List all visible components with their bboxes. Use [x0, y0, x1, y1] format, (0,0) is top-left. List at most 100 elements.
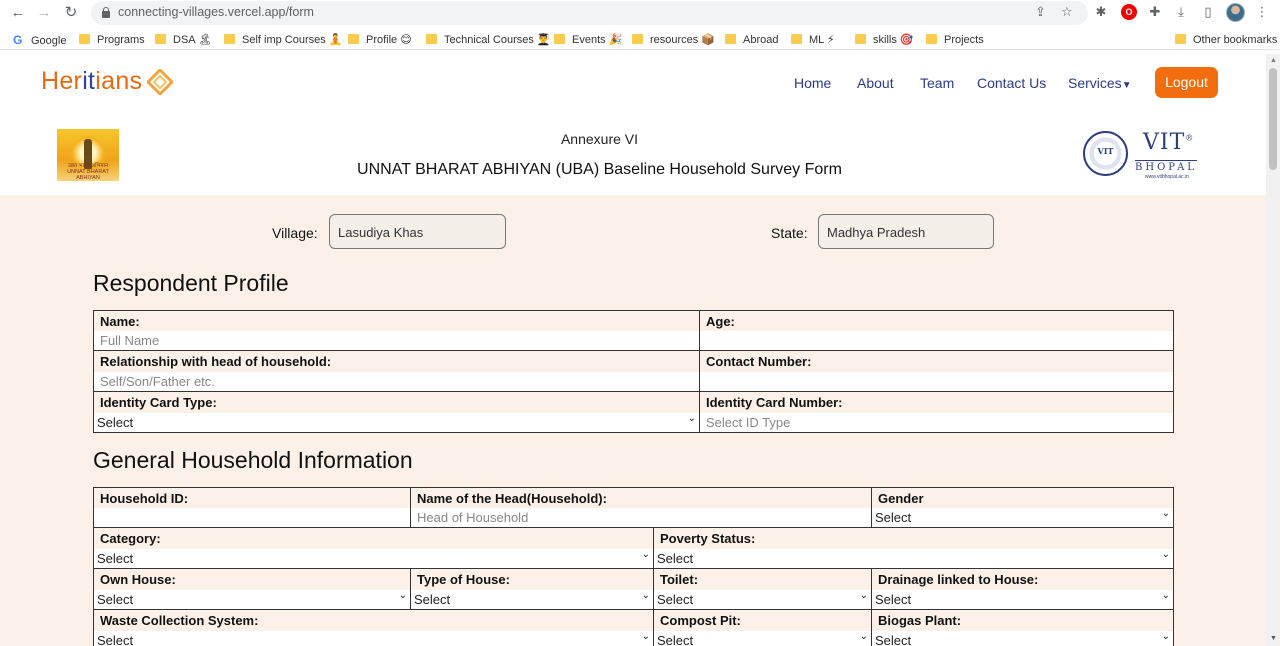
- bookmark-google[interactable]: G Google: [13, 32, 66, 48]
- compost-pit-label: Compost Pit:: [660, 613, 741, 628]
- contact-cell: Contact Number:: [699, 350, 1174, 392]
- chevron-down-icon: ⌄: [1161, 549, 1170, 560]
- relationship-cell: Relationship with head of household: Sel…: [93, 350, 700, 392]
- bookmark-other[interactable]: Other bookmarks: [1175, 32, 1277, 48]
- household-id-input[interactable]: [94, 508, 410, 527]
- heritians-logo[interactable]: Heritians: [41, 67, 142, 96]
- state-input[interactable]: Madhya Pradesh: [818, 214, 994, 249]
- chevron-down-icon: ⌄: [641, 590, 650, 601]
- back-icon[interactable]: ←: [9, 4, 27, 22]
- page-scrollbar[interactable]: ▲ ▼: [1266, 54, 1280, 646]
- reload-icon[interactable]: ↻: [62, 4, 80, 22]
- chevron-down-icon: ⌄: [1161, 631, 1170, 642]
- vit-wordmark: VIT®: [1143, 130, 1195, 155]
- drainage-select[interactable]: Select ⌄: [872, 590, 1173, 609]
- respondent-profile-title: Respondent Profile: [93, 270, 289, 296]
- head-name-input[interactable]: Head of Household: [411, 508, 871, 527]
- page-content: Heritians Home About Team Contact Us Ser…: [0, 54, 1266, 646]
- name-input[interactable]: Full Name: [94, 331, 699, 350]
- age-input[interactable]: [700, 331, 1173, 350]
- star-icon[interactable]: ☆: [1061, 4, 1073, 20]
- share-icon[interactable]: ⇪: [1035, 4, 1046, 20]
- folder-icon: [926, 34, 937, 44]
- nav-about[interactable]: About: [857, 75, 894, 91]
- chevron-down-icon: ⌄: [1161, 590, 1170, 601]
- bookmark-profile[interactable]: Profile 😊: [348, 32, 412, 48]
- address-bar[interactable]: connecting-villages.vercel.app/form ⇪ ☆: [91, 1, 1088, 25]
- waste-collection-cell: Waste Collection System: Select ⌄: [93, 609, 654, 646]
- gender-select[interactable]: Select ⌄: [872, 508, 1173, 527]
- chevron-down-icon: ⌄: [641, 549, 650, 560]
- compost-pit-cell: Compost Pit: Select ⌄: [653, 609, 872, 646]
- chevron-down-icon: ⌄: [687, 413, 696, 424]
- folder-icon: [224, 34, 235, 44]
- nav-team[interactable]: Team: [920, 75, 954, 91]
- scroll-up-icon[interactable]: ▲: [1270, 57, 1277, 64]
- bookmark-programs[interactable]: Programs: [79, 32, 145, 48]
- head-name-cell: Name of the Head(Household): Head of Hou…: [410, 487, 872, 528]
- bookmark-dsa[interactable]: DSA 🏝: [155, 32, 212, 48]
- bookmarks-bar: G Google Programs DSA 🏝 Self imp Courses …: [0, 30, 1280, 50]
- bookmark-events[interactable]: Events 🎉: [554, 32, 622, 48]
- village-input[interactable]: Lasudiya Khas: [329, 214, 506, 249]
- bookmark-resources[interactable]: resources 📦: [632, 32, 715, 48]
- sidepanel-icon[interactable]: ▯: [1200, 4, 1216, 20]
- contact-label: Contact Number:: [706, 354, 812, 369]
- village-label: Village:: [272, 225, 318, 241]
- folder-icon: [791, 34, 802, 44]
- logout-button[interactable]: Logout: [1155, 67, 1218, 98]
- folder-icon: [155, 34, 166, 44]
- puzzle-icon[interactable]: ✚: [1147, 4, 1163, 20]
- name-label: Name:: [100, 314, 140, 329]
- chevron-down-icon: ⌄: [859, 631, 868, 642]
- download-icon[interactable]: ⤓: [1173, 4, 1189, 20]
- age-cell: Age:: [699, 310, 1174, 351]
- bookmark-projects[interactable]: Projects: [926, 32, 984, 48]
- own-house-select[interactable]: Select ⌄: [94, 590, 410, 609]
- survey-form: Village: Lasudiya Khas State: Madhya Pra…: [0, 195, 1266, 646]
- nav-services[interactable]: Services▼: [1068, 75, 1132, 91]
- waste-collection-select[interactable]: Select ⌄: [94, 631, 653, 646]
- gender-label: Gender: [878, 491, 924, 506]
- household-id-cell: Household ID:: [93, 487, 411, 528]
- menu-icon[interactable]: ⋮: [1254, 4, 1270, 20]
- forward-icon[interactable]: →: [35, 4, 53, 22]
- nav-contact-us[interactable]: Contact Us: [977, 75, 1046, 91]
- contact-input[interactable]: [700, 372, 1173, 391]
- category-select[interactable]: Select ⌄: [94, 549, 653, 568]
- extension-icon[interactable]: ✱: [1093, 4, 1109, 20]
- bookmark-technical-courses[interactable]: Technical Courses 👨‍🎓: [426, 32, 551, 48]
- scroll-down-icon[interactable]: ▼: [1270, 635, 1277, 642]
- toilet-label: Toilet:: [660, 572, 699, 587]
- household-id-label: Household ID:: [100, 491, 189, 506]
- poverty-label: Poverty Status:: [660, 531, 756, 546]
- id-number-input[interactable]: Select ID Type: [700, 413, 1173, 432]
- toilet-select[interactable]: Select ⌄: [654, 590, 871, 609]
- scroll-thumb[interactable]: [1269, 68, 1277, 170]
- biogas-plant-select[interactable]: Select ⌄: [872, 631, 1173, 646]
- bookmark-self-imp-courses[interactable]: Self imp Courses 🧘: [224, 32, 343, 48]
- lock-icon[interactable]: [102, 7, 110, 18]
- nav-home[interactable]: Home: [794, 75, 831, 91]
- bookmark-skills[interactable]: skills 🎯: [855, 32, 914, 48]
- bookmark-abroad[interactable]: Abroad: [725, 32, 778, 48]
- vit-url: www.vitbhopal.ac.in: [1145, 174, 1189, 180]
- id-type-cell: Identity Card Type: Select ⌄: [93, 391, 700, 433]
- profile-avatar[interactable]: [1226, 3, 1245, 22]
- id-type-select[interactable]: Select ⌄: [94, 413, 699, 432]
- house-type-cell: Type of House: Select ⌄: [410, 568, 654, 610]
- bookmark-ml[interactable]: ML ⚡: [791, 32, 835, 48]
- form-title: UNNAT BHARAT ABHIYAN (UBA) Baseline Hous…: [357, 161, 842, 178]
- relationship-input[interactable]: Self/Son/Father etc.: [94, 372, 699, 391]
- house-type-select[interactable]: Select ⌄: [411, 590, 653, 609]
- poverty-select[interactable]: Select ⌄: [654, 549, 1173, 568]
- chevron-down-icon: ⌄: [1161, 508, 1170, 519]
- id-number-label: Identity Card Number:: [706, 395, 843, 410]
- own-house-label: Own House:: [100, 572, 176, 587]
- url-text[interactable]: connecting-villages.vercel.app/form: [118, 5, 314, 19]
- state-label: State:: [771, 225, 808, 241]
- opera-icon[interactable]: O: [1121, 4, 1137, 20]
- biogas-plant-label: Biogas Plant:: [878, 613, 962, 628]
- compost-pit-select[interactable]: Select ⌄: [654, 631, 871, 646]
- biogas-plant-cell: Biogas Plant: Select ⌄: [871, 609, 1174, 646]
